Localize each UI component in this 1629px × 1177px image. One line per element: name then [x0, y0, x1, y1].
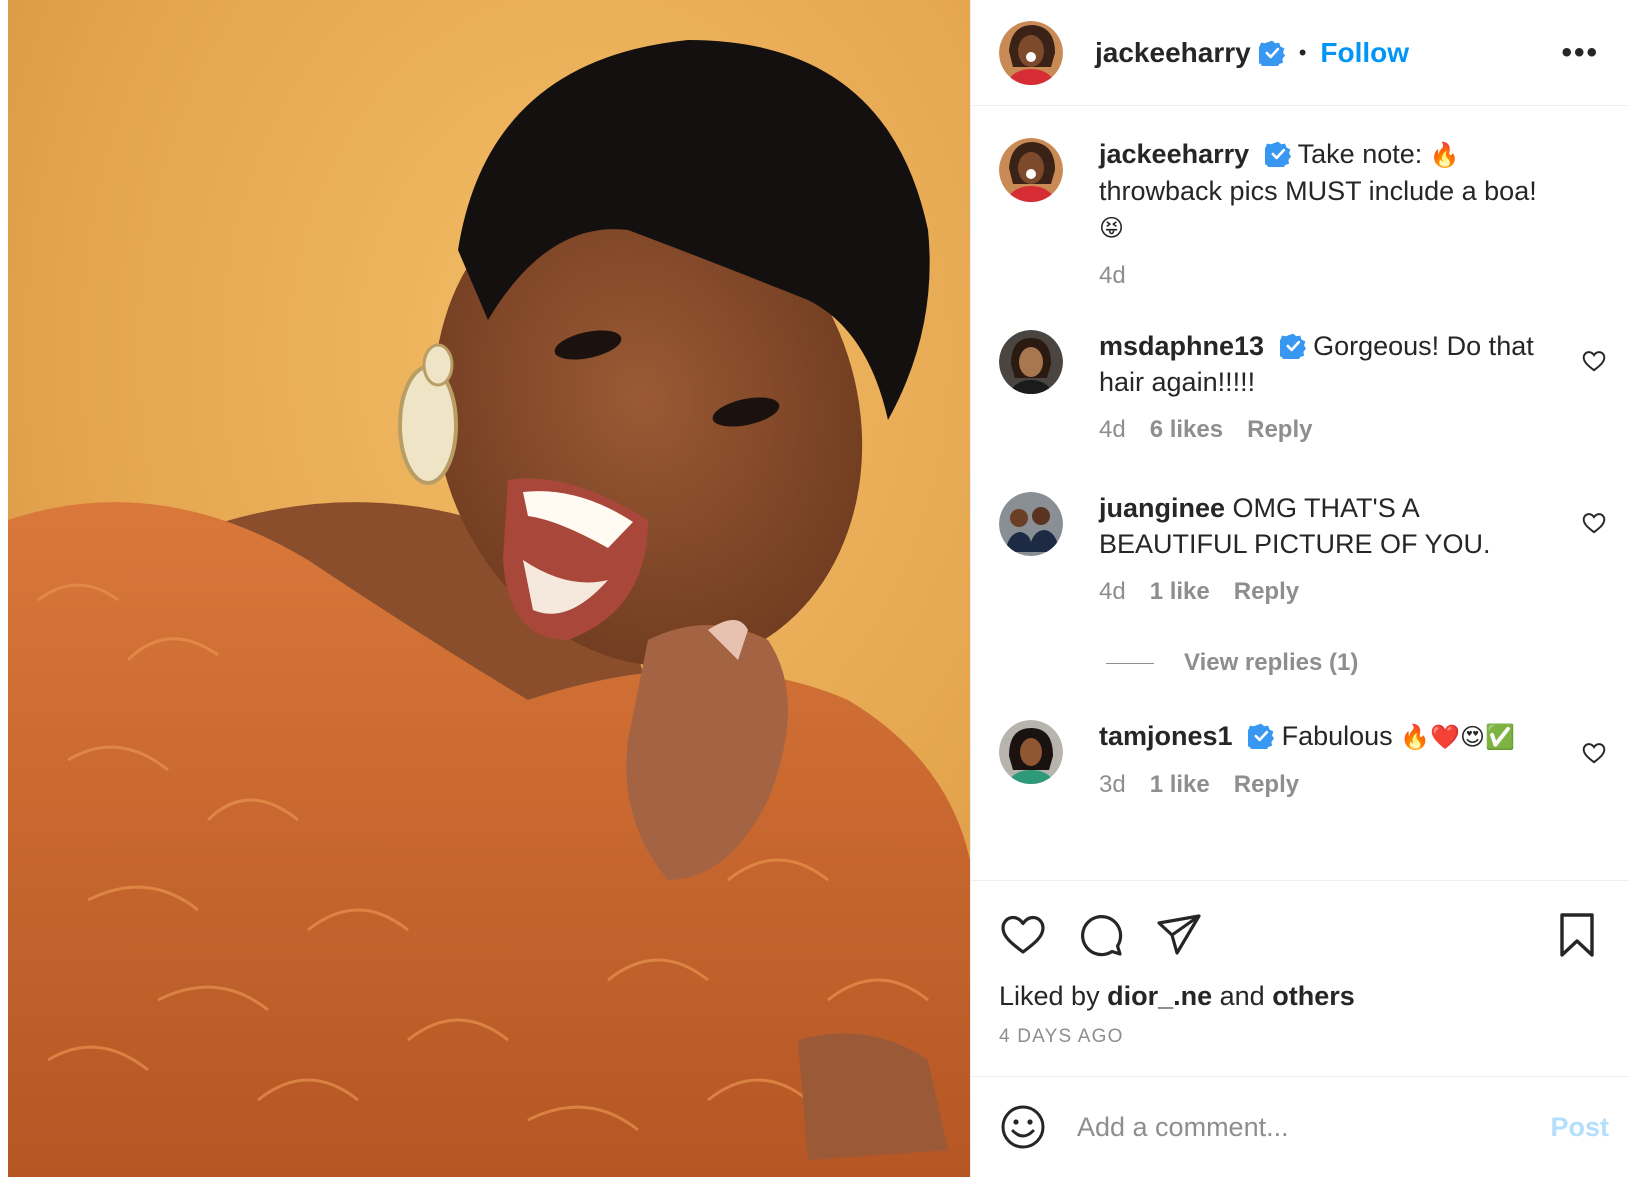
- avatar-image: [999, 330, 1063, 394]
- comment-time[interactable]: 4d: [1099, 258, 1126, 294]
- comment-meta: 3d 1 like Reply: [1099, 767, 1569, 803]
- avatar-image: [999, 138, 1063, 202]
- liked-by-others[interactable]: others: [1272, 981, 1355, 1011]
- comment-avatar[interactable]: [999, 138, 1063, 202]
- comment-username[interactable]: tamjones1: [1099, 721, 1233, 751]
- liked-by-middle: and: [1219, 981, 1265, 1011]
- post-image[interactable]: [8, 0, 970, 1177]
- view-replies-button[interactable]: View replies (1): [1106, 649, 1358, 677]
- follow-button[interactable]: Follow: [1320, 37, 1409, 69]
- reply-button[interactable]: Reply: [1247, 412, 1312, 448]
- avatar-image: [999, 720, 1063, 784]
- share-icon[interactable]: [1155, 911, 1203, 959]
- comment-time[interactable]: 3d: [1099, 767, 1126, 803]
- comment-meta: 4d 6 likes Reply: [1099, 412, 1569, 448]
- like-comment-heart-icon[interactable]: [1581, 740, 1607, 766]
- comment-input[interactable]: [1077, 1111, 1551, 1143]
- reply-button[interactable]: Reply: [1234, 574, 1299, 610]
- comment-text: Fabulous: [1281, 721, 1393, 751]
- comment-body: juanginee OMG THAT'S A BEAUTIFUL PICTURE…: [1099, 490, 1569, 610]
- avatar-image: [999, 492, 1063, 556]
- bookmark-icon[interactable]: [1553, 911, 1601, 959]
- comment-meta: 4d 1 like Reply: [1099, 574, 1569, 610]
- post-photo-illustration: [8, 0, 970, 1177]
- comment-avatar[interactable]: [999, 492, 1063, 556]
- post-comment-button[interactable]: Post: [1550, 1112, 1609, 1143]
- reply-button[interactable]: Reply: [1234, 767, 1299, 803]
- smile-emoji-icon[interactable]: [999, 1103, 1047, 1151]
- like-comment-heart-icon[interactable]: [1581, 348, 1607, 374]
- heart-icon[interactable]: [999, 911, 1047, 959]
- author-username[interactable]: jackeeharry: [1095, 37, 1251, 69]
- comment-likes[interactable]: 6 likes: [1150, 412, 1223, 448]
- comment-item: tamjones1 Fabulous 🔥❤️😍✅ 3d 1 like Reply: [999, 718, 1609, 803]
- comment-avatar[interactable]: [999, 330, 1063, 394]
- comment-text: Take note:: [1297, 139, 1423, 169]
- comment-avatar[interactable]: [999, 720, 1063, 784]
- like-comment-heart-icon[interactable]: [1581, 510, 1607, 536]
- comment-item: msdaphne13 Gorgeous! Do that hair again!…: [999, 328, 1609, 448]
- comment-item: juanginee OMG THAT'S A BEAUTIFUL PICTURE…: [999, 490, 1609, 610]
- add-comment-bar: Post: [971, 1076, 1629, 1177]
- post-actions: Liked by dior_.ne and others 4 DAYS AGO: [971, 880, 1629, 1076]
- post-detail-panel: jackeeharry • Follow ••• jackeeharry Tak…: [970, 0, 1629, 1177]
- comment-username[interactable]: msdaphne13: [1099, 331, 1264, 361]
- author-avatar[interactable]: [999, 20, 1063, 85]
- header-separator: •: [1298, 39, 1307, 65]
- comment-body: jackeeharry Take note: 🔥 throwback pics …: [1099, 136, 1569, 294]
- comment-meta: 4d: [1099, 258, 1569, 294]
- view-replies-line: [1106, 662, 1154, 664]
- more-options-icon[interactable]: •••: [1561, 36, 1599, 70]
- comment-emojis: 🔥❤️😍✅: [1400, 723, 1515, 751]
- avatar-image: [999, 20, 1063, 85]
- comment-likes[interactable]: 1 like: [1150, 767, 1210, 803]
- post-header: jackeeharry • Follow •••: [971, 0, 1629, 106]
- post-date[interactable]: 4 DAYS AGO: [999, 1026, 1124, 1048]
- tongue-emoji: 😝: [1099, 214, 1125, 242]
- caption-comment: jackeeharry Take note: 🔥 throwback pics …: [999, 136, 1609, 294]
- comment-likes[interactable]: 1 like: [1150, 574, 1210, 610]
- comment-body: msdaphne13 Gorgeous! Do that hair again!…: [1099, 328, 1569, 448]
- comment-time[interactable]: 4d: [1099, 412, 1126, 448]
- comment-text-continued: throwback pics MUST include a boa!: [1099, 176, 1537, 206]
- comments-list[interactable]: jackeeharry Take note: 🔥 throwback pics …: [971, 106, 1629, 880]
- comment-icon[interactable]: [1077, 911, 1125, 959]
- verified-badge-icon: [1264, 141, 1291, 167]
- liked-by-prefix: Liked by: [999, 981, 1100, 1011]
- verified-badge-icon: [1258, 40, 1285, 66]
- liked-by-user[interactable]: dior_.ne: [1107, 981, 1212, 1011]
- verified-badge-icon: [1248, 723, 1275, 749]
- comment-time[interactable]: 4d: [1099, 574, 1126, 610]
- fire-emoji: 🔥: [1429, 141, 1460, 169]
- comment-body: tamjones1 Fabulous 🔥❤️😍✅ 3d 1 like Reply: [1099, 718, 1569, 803]
- liked-by-text: Liked by dior_.ne and others: [999, 981, 1355, 1012]
- comment-username[interactable]: jackeeharry: [1099, 139, 1249, 169]
- verified-badge-icon: [1279, 333, 1306, 359]
- comment-username[interactable]: juanginee: [1099, 493, 1225, 523]
- action-bar: [999, 911, 1601, 959]
- view-replies-label: View replies (1): [1184, 649, 1359, 676]
